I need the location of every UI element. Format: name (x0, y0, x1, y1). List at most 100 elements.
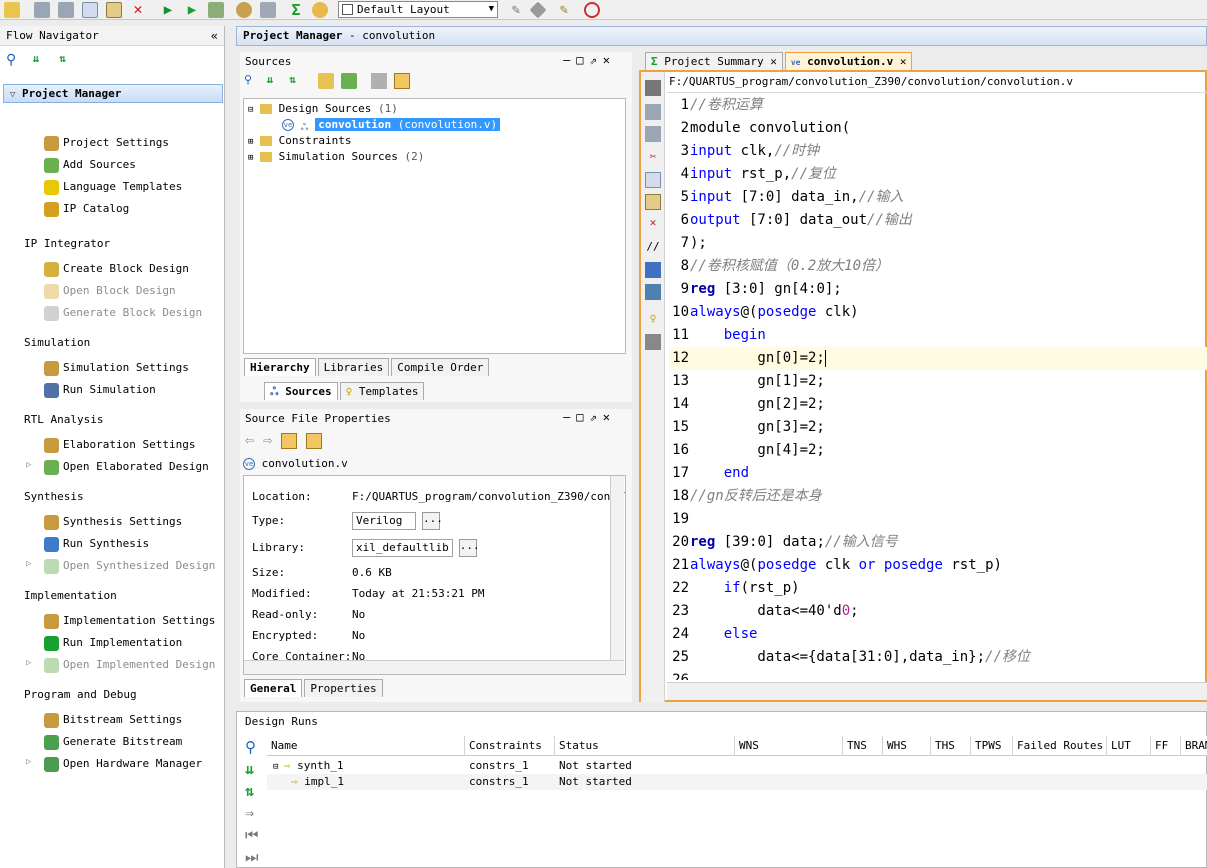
tab-convolution-v[interactable]: ve convolution.v ✕ (784, 52, 913, 70)
close-icon[interactable]: ✕ (900, 55, 907, 68)
show-hierarchy-icon[interactable] (393, 73, 410, 89)
nav-section-title[interactable]: Implementation (24, 589, 117, 602)
nav-item-open-synthesized-design[interactable]: Open Synthesized Design (44, 557, 215, 575)
collapse-all-icon[interactable]: ⇊ (267, 73, 283, 89)
nav-item-open-implemented-design[interactable]: Open Implemented Design (44, 656, 215, 674)
nav-item-create-block-design[interactable]: Create Block Design (44, 260, 189, 278)
delete-icon[interactable]: ✕ (645, 216, 661, 232)
nav-section-title[interactable]: Synthesis (24, 490, 84, 503)
unindent-icon[interactable] (645, 284, 661, 300)
nav-item-open-hardware-manager[interactable]: Open Hardware Manager (44, 755, 202, 773)
expand-icon[interactable]: ▷ (26, 658, 31, 668)
tab-hierarchy[interactable]: Hierarchy (244, 358, 316, 376)
search-icon[interactable]: ⚲ (245, 736, 263, 758)
close-icon[interactable]: ✕ (603, 53, 616, 67)
collapse-all-icon[interactable]: ⇊ (33, 52, 49, 68)
table-row[interactable]: ⊟ ⇨ synth_1 constrs_1 Not started (267, 758, 1207, 774)
tab-libraries[interactable]: Libraries (317, 358, 390, 376)
run-icon[interactable]: ▶ (160, 2, 176, 18)
expand-icon[interactable]: ⊞ (248, 137, 253, 147)
nav-section-title[interactable]: Program and Debug (24, 688, 137, 701)
add-sources-icon[interactable] (317, 73, 334, 89)
tools-icon[interactable] (260, 2, 276, 18)
column-header[interactable]: WHS (883, 736, 931, 756)
nav-item-simulation-settings[interactable]: Simulation Settings (44, 359, 189, 377)
comment-icon[interactable]: // (645, 240, 661, 256)
column-header[interactable]: FF (1151, 736, 1181, 756)
column-header[interactable]: THS (931, 736, 971, 756)
search-icon[interactable]: ⚲ (244, 73, 260, 89)
browse-button[interactable]: ... (458, 539, 480, 557)
nav-item-open-block-design[interactable]: Open Block Design (44, 282, 176, 300)
select-icon[interactable] (306, 432, 323, 449)
collapse-icon[interactable]: « (211, 26, 218, 46)
column-header[interactable]: WNS (735, 736, 843, 756)
maximize-icon[interactable]: □ (576, 410, 589, 424)
column-header[interactable]: Constraints (465, 736, 555, 756)
lightbulb-icon[interactable]: ♀ (645, 312, 661, 328)
code-area[interactable]: 1//卷积运算 2module convolution(3input clk,//… (669, 94, 1207, 680)
book-icon[interactable] (645, 334, 661, 350)
float-icon[interactable]: ⇗ (590, 53, 603, 67)
search-icon[interactable]: ⚲ (6, 52, 22, 68)
column-header[interactable]: TNS (843, 736, 883, 756)
nav-item-project-settings[interactable]: Project Settings (44, 134, 169, 152)
properties-icon[interactable] (371, 73, 388, 89)
expand-icon[interactable]: ▷ (26, 460, 31, 470)
column-header[interactable]: Status (555, 736, 735, 756)
table-row[interactable]: ⇨ impl_1 constrs_1 Not started (267, 774, 1207, 790)
minimize-icon[interactable]: — (563, 410, 576, 424)
minimize-icon[interactable]: — (563, 53, 576, 67)
expand-icon[interactable]: ⊞ (248, 153, 253, 163)
nav-section-title[interactable]: RTL Analysis (24, 413, 103, 426)
nav-item-bitstream-settings[interactable]: Bitstream Settings (44, 711, 182, 729)
cut-icon[interactable]: ✂ (645, 150, 661, 166)
copy-icon[interactable] (82, 2, 98, 18)
nav-item-generate-bitstream[interactable]: Generate Bitstream (44, 733, 182, 751)
tab-general[interactable]: General (244, 679, 303, 697)
paste-icon[interactable] (106, 2, 122, 18)
debug-icon[interactable]: ✎ (556, 2, 572, 18)
nav-item-ip-catalog[interactable]: IP Catalog (44, 200, 129, 218)
nav-item-implementation-settings[interactable]: Implementation Settings (44, 612, 215, 630)
nav-item-generate-block-design[interactable]: Generate Block Design (44, 304, 202, 322)
tree-simulation-sources[interactable]: ⊞ Simulation Sources (2) (248, 149, 424, 165)
tree-design-sources[interactable]: ⊟ Design Sources (1) (248, 101, 398, 117)
add-hierarchy-icon[interactable] (340, 73, 357, 89)
nav-item-add-sources[interactable]: Add Sources (44, 156, 136, 174)
settings-icon[interactable] (281, 432, 298, 449)
help-icon[interactable] (584, 2, 600, 18)
prop-value-field[interactable]: Verilog (352, 512, 416, 530)
column-header[interactable]: TPWS (971, 736, 1013, 756)
open-project-icon[interactable] (4, 2, 20, 18)
nav-item-run-simulation[interactable]: Run Simulation (44, 381, 156, 399)
browse-button[interactable]: ... (422, 512, 443, 530)
nav-section-title[interactable]: IP Integrator (24, 237, 110, 250)
horizontal-scrollbar[interactable] (244, 660, 624, 674)
first-icon[interactable]: ⏮ (245, 824, 263, 846)
redo-icon[interactable] (645, 126, 661, 142)
vertical-scrollbar[interactable] (610, 476, 624, 660)
close-icon[interactable]: ✕ (603, 410, 616, 424)
nav-item-language-templates[interactable]: Language Templates (44, 178, 182, 196)
layout-select[interactable]: Default Layout ▼ (338, 1, 498, 18)
undo-icon[interactable] (34, 2, 50, 18)
float-icon[interactable]: ⇗ (590, 410, 603, 424)
expand-all-icon[interactable]: ⇅ (289, 73, 305, 89)
copy-icon[interactable] (645, 172, 661, 188)
expand-all-icon[interactable]: ⇅ (245, 780, 263, 802)
maximize-icon[interactable]: □ (576, 53, 589, 67)
nav-section-title[interactable]: Simulation (24, 336, 90, 349)
collapse-icon[interactable]: ⊟ (273, 762, 284, 772)
expand-icon[interactable]: ▷ (26, 757, 31, 767)
auto-connect-icon[interactable] (529, 1, 547, 19)
nav-item-elaboration-settings[interactable]: Elaboration Settings (44, 436, 195, 454)
tree-convolution[interactable]: ve ஃ convolution (convolution.v) (282, 117, 501, 133)
back-arrow-icon[interactable]: ⇦ (245, 431, 254, 449)
next-icon[interactable]: ⇒ (245, 802, 263, 824)
close-icon[interactable]: ✕ (770, 55, 777, 68)
editor-hscrollbar[interactable] (667, 682, 1207, 700)
column-header[interactable]: Name (267, 736, 465, 756)
collapse-all-icon[interactable]: ⇊ (245, 758, 263, 780)
wizard-icon[interactable] (312, 2, 328, 18)
